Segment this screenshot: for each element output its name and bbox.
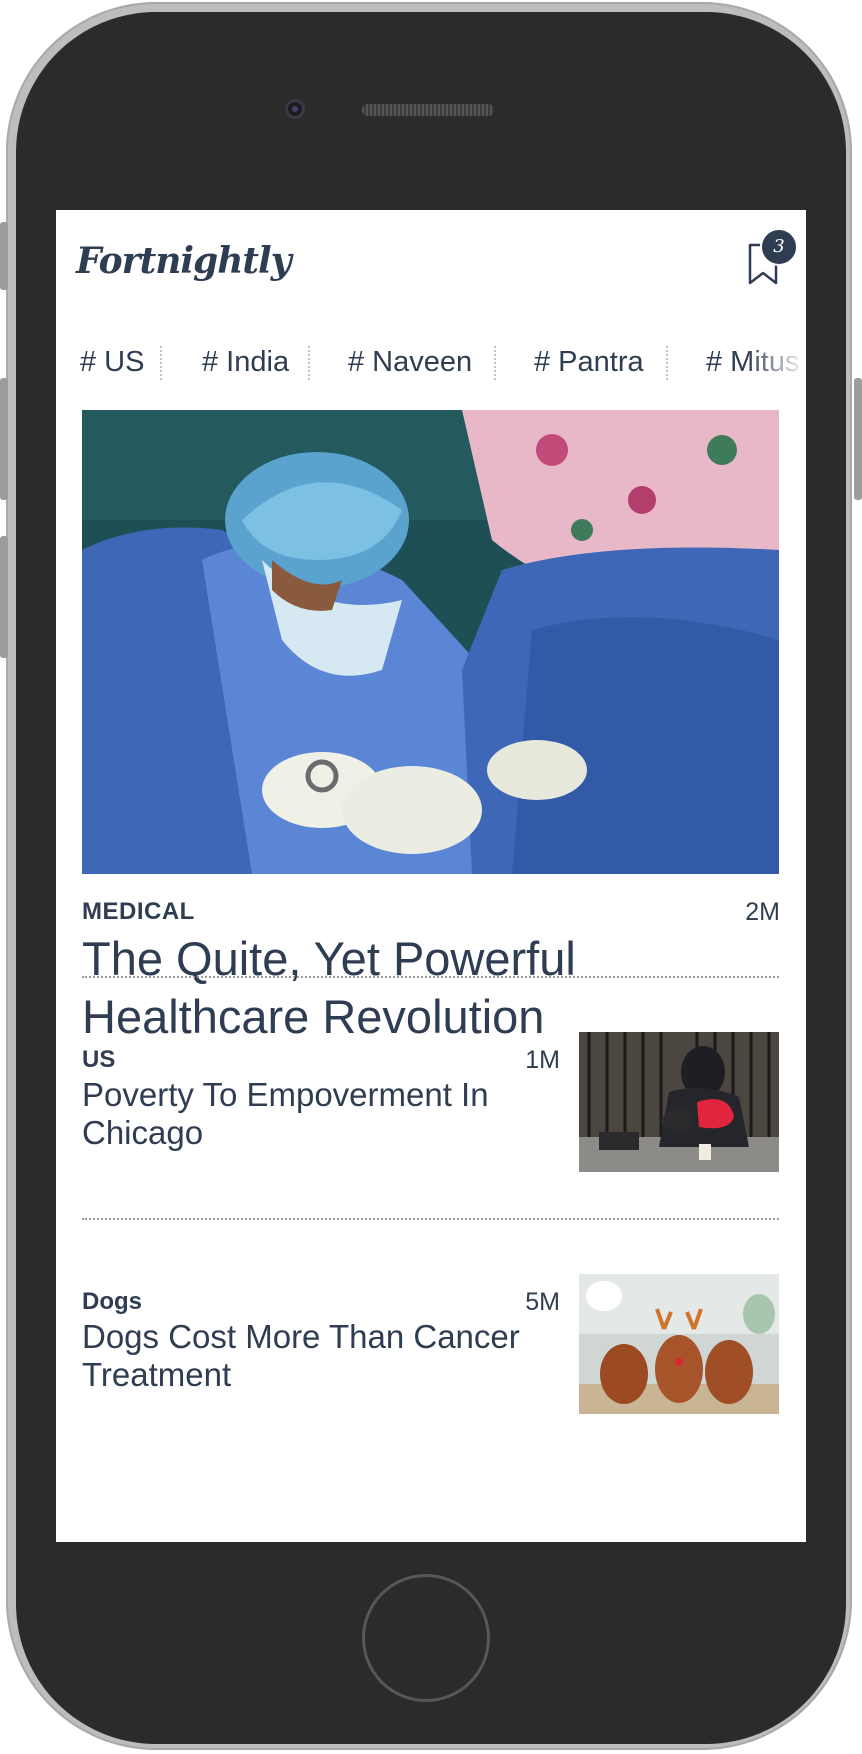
divider [82, 1218, 779, 1220]
tag-india[interactable]: # India [202, 330, 289, 394]
hero-title[interactable]: The Quite, Yet Powerful Healthcare Revol… [82, 930, 682, 1046]
earpiece-speaker [362, 104, 494, 116]
article-time: 1M [525, 1046, 560, 1074]
app-logo[interactable]: Fortnightly [76, 240, 292, 282]
article-category: US [82, 1046, 116, 1073]
tag-us[interactable]: # US [80, 330, 144, 394]
tag-naveen[interactable]: # Naveen [348, 330, 472, 394]
volume-up-button [0, 378, 8, 500]
tag-divider [160, 346, 162, 380]
app-screen: Fortnightly 3 # US # India # Naveen # Pa… [56, 210, 806, 1542]
hero-image[interactable] [82, 410, 779, 874]
article-time: 5M [525, 1288, 560, 1316]
hero-time: 2M [745, 898, 780, 926]
divider [82, 976, 779, 978]
mute-switch [0, 222, 8, 290]
app-header: Fortnightly 3 [56, 210, 806, 310]
article-title[interactable]: Dogs Cost More Than Cancer Treatment [82, 1318, 542, 1394]
tag-strip-fade [746, 330, 806, 394]
article-category: Dogs [82, 1288, 142, 1315]
article-image[interactable] [579, 1032, 779, 1172]
hero-category: MEDICAL [82, 898, 195, 925]
home-button[interactable] [362, 1574, 490, 1702]
volume-down-button [0, 536, 8, 658]
article-title[interactable]: Poverty To Empoverment In Chicago [82, 1076, 542, 1152]
tag-divider [666, 346, 668, 380]
front-camera [285, 99, 305, 119]
tag-strip[interactable]: # US # India # Naveen # Pantra # Mitus [56, 330, 806, 394]
article-image[interactable] [579, 1274, 779, 1414]
power-button [854, 378, 862, 500]
tag-pantra[interactable]: # Pantra [534, 330, 644, 394]
tag-divider [308, 346, 310, 380]
tag-divider [494, 346, 496, 380]
bookmark-count-badge: 3 [760, 228, 798, 266]
